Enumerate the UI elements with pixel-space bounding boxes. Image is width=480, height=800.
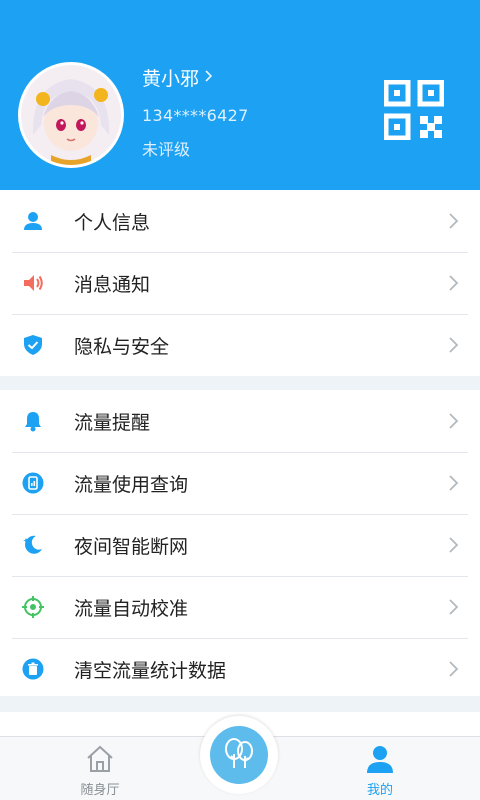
menu-item-label: 流量使用查询 [74, 473, 189, 496]
menu-item-label: 流量提醒 [74, 411, 151, 434]
center-action-button[interactable] [210, 726, 268, 784]
person-icon [22, 210, 44, 232]
target-icon [22, 596, 44, 618]
moon-icon [22, 534, 44, 556]
phone-number: 134****6427 [142, 106, 249, 125]
menu-item-privacy-security[interactable]: 隐私与安全 [0, 314, 480, 376]
phone-chart-icon [22, 472, 44, 494]
menu-item-label: 流量自动校准 [74, 597, 189, 620]
house-icon [84, 743, 116, 775]
anime-avatar-image [21, 65, 121, 165]
chevron-right-icon [448, 412, 460, 430]
account-settings-group: 个人信息 消息通知 隐私与安全 [0, 190, 480, 376]
chevron-right-icon [205, 69, 213, 86]
trees-icon [222, 736, 256, 774]
username-link[interactable]: 黄小邪 [142, 64, 213, 91]
menu-item-label: 个人信息 [74, 211, 151, 234]
menu-item-label: 消息通知 [74, 273, 151, 296]
menu-item-notifications[interactable]: 消息通知 [0, 252, 480, 314]
menu-item-traffic-query[interactable]: 流量使用查询 [0, 452, 480, 514]
person-icon [364, 743, 396, 775]
avatar[interactable] [18, 62, 124, 168]
traffic-settings-group: 流量提醒 流量使用查询 夜间智能断网 流量自动校准 清空流量统计数据 [0, 390, 480, 696]
username: 黄小邪 [142, 68, 200, 90]
tab-label: 我的 [366, 783, 393, 798]
menu-item-auto-calibrate[interactable]: 流量自动校准 [0, 576, 480, 638]
menu-item-label: 夜间智能断网 [74, 535, 189, 558]
menu-item-clear-stats[interactable]: 清空流量统计数据 [0, 638, 480, 700]
tab-mine[interactable]: 我的 [320, 737, 440, 800]
profile-header: 黄小邪 134****6427 未评级 [0, 0, 480, 190]
shield-check-icon [22, 334, 44, 356]
menu-item-label: 隐私与安全 [74, 335, 170, 358]
menu-item-personal-info[interactable]: 个人信息 [0, 190, 480, 252]
speaker-icon [22, 272, 44, 294]
chevron-right-icon [448, 660, 460, 678]
menu-item-label: 清空流量统计数据 [74, 659, 227, 682]
menu-item-night-disconnect[interactable]: 夜间智能断网 [0, 514, 480, 576]
chevron-right-icon [448, 336, 460, 354]
chevron-right-icon [448, 536, 460, 554]
tab-home[interactable]: 随身厅 [40, 737, 160, 800]
chevron-right-icon [448, 474, 460, 492]
chevron-right-icon [448, 212, 460, 230]
chevron-right-icon [448, 274, 460, 292]
bell-icon [22, 410, 44, 432]
menu-item-traffic-reminder[interactable]: 流量提醒 [0, 390, 480, 452]
trash-icon [22, 658, 44, 680]
tab-label: 随身厅 [80, 783, 120, 798]
chevron-right-icon [448, 598, 460, 616]
member-level: 未评级 [142, 140, 191, 159]
qr-code-icon[interactable] [383, 79, 445, 141]
